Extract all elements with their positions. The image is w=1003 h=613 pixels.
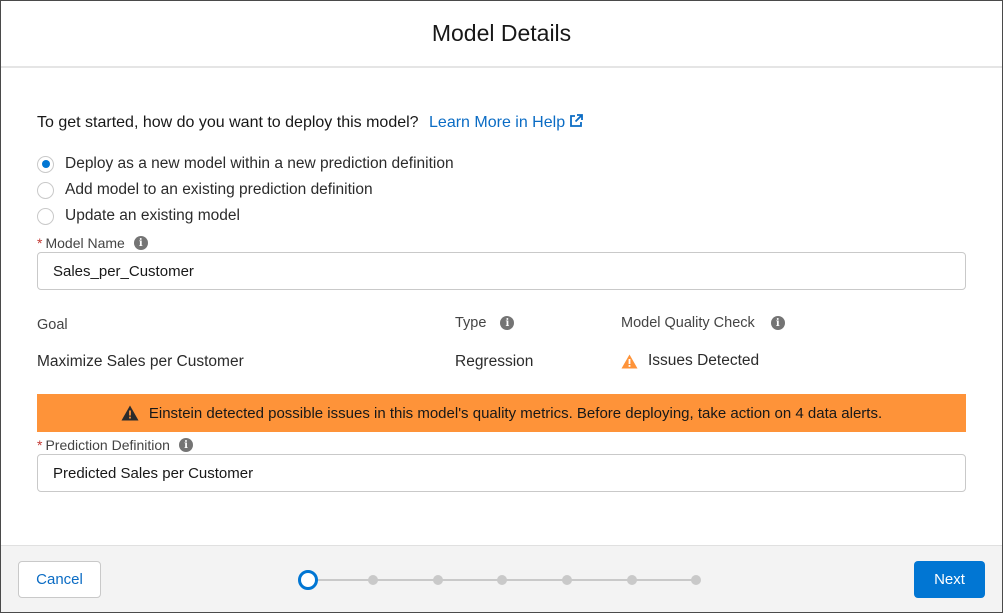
external-link-icon [570,114,583,127]
model-name-value: Sales_per_Customer [53,262,194,280]
progress-step-5[interactable] [562,575,572,585]
goal-label-text: Goal [37,317,68,333]
goal-value: Maximize Sales per Customer [37,353,244,371]
cancel-button[interactable]: Cancel [18,561,101,598]
model-name-label-text: Model Name [45,235,125,251]
progress-indicator [298,570,704,590]
progress-step-2[interactable] [368,575,378,585]
modal-title: Model Details [431,20,572,46]
type-label: Type i [455,315,515,331]
radio-button-selected[interactable] [37,155,54,173]
deploy-option-update-model[interactable]: Update an existing model [37,207,240,225]
warning-triangle-icon [121,405,139,421]
model-name-input[interactable]: Sales_per_Customer [37,252,966,290]
goal-label: Goal [37,317,68,333]
required-asterisk: * [37,235,43,251]
model-quality-value: Issues Detected [621,352,759,370]
deploy-option-add-existing[interactable]: Add model to an existing prediction defi… [37,181,373,199]
prediction-definition-input[interactable]: Predicted Sales per Customer [37,454,966,492]
progress-step-1[interactable] [298,570,318,590]
required-asterisk: * [37,437,43,453]
info-icon[interactable]: i [770,316,785,330]
model-details-modal: Model Details To get started, how do you… [0,0,1003,613]
info-icon[interactable]: i [178,438,193,452]
radio-button[interactable] [37,181,54,199]
model-quality-label: Model Quality Check i [621,315,785,331]
prediction-definition-label: * Prediction Definition i [37,437,193,453]
deploy-prompt-text: To get started, how do you want to deplo… [37,114,419,131]
progress-step-6[interactable] [627,575,637,585]
learn-more-help-link[interactable]: Learn More in Help [429,114,584,131]
deploy-option-label: Deploy as a new model within a new predi… [65,155,454,172]
radio-button[interactable] [37,207,54,225]
progress-step-4[interactable] [497,575,507,585]
warning-triangle-icon [621,354,638,368]
next-button[interactable]: Next [914,561,985,598]
model-quality-label-text: Model Quality Check [621,315,755,331]
type-label-text: Type [455,315,487,331]
deploy-option-new-model[interactable]: Deploy as a new model within a new predi… [37,155,454,173]
deploy-option-label: Add model to an existing prediction defi… [65,181,373,198]
deploy-option-label: Update an existing model [65,207,240,224]
goal-value-text: Maximize Sales per Customer [37,353,244,370]
progress-step-7[interactable] [691,575,701,585]
modal-footer: Cancel Next [1,545,1002,612]
learn-more-help-label: Learn More in Help [429,114,566,131]
model-quality-value-text: Issues Detected [648,352,760,369]
prediction-definition-value: Predicted Sales per Customer [53,464,254,482]
banner-text: Einstein detected possible issues in thi… [148,404,883,422]
prediction-definition-label-text: Prediction Definition [45,437,170,453]
model-name-label: * Model Name i [37,235,148,251]
info-icon[interactable]: i [500,316,515,330]
type-value: Regression [455,353,533,371]
info-icon[interactable]: i [133,236,148,250]
quality-warning-banner: Einstein detected possible issues in thi… [37,394,966,432]
type-value-text: Regression [455,353,534,370]
progress-step-3[interactable] [433,575,443,585]
modal-header: Model Details [1,1,1002,68]
deploy-prompt: To get started, how do you want to deplo… [37,113,584,132]
